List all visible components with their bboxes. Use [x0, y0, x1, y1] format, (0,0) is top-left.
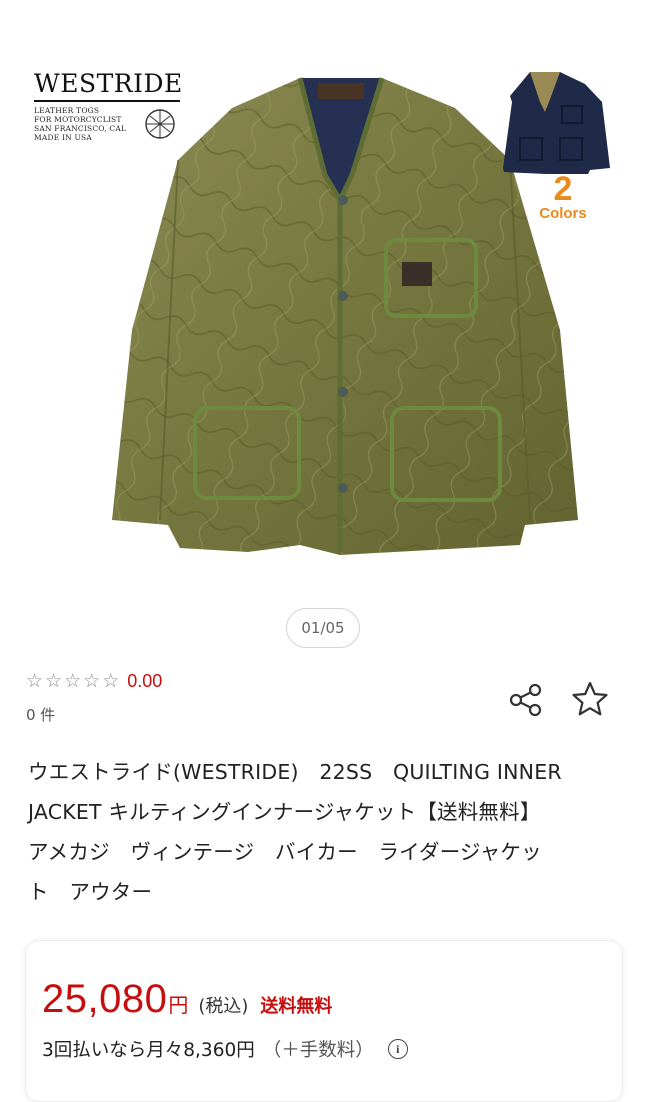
- installment-text: 3回払いなら月々8,360円: [42, 1040, 255, 1061]
- price-value: 25,080: [42, 977, 168, 1021]
- info-icon[interactable]: i: [387, 1039, 408, 1059]
- logo-tagline-1: LEATHER TOGS: [34, 106, 100, 115]
- product-title: ウエストライド(WESTRIDE) 22SS QUILTING INNER JA…: [28, 752, 618, 912]
- tax-note: (税込): [198, 996, 249, 1017]
- colors-badge: 2 Colors: [535, 172, 591, 222]
- favorite-button[interactable]: [570, 680, 610, 718]
- review-count[interactable]: 0 件: [26, 704, 55, 725]
- free-shipping-label: 送料無料: [260, 996, 333, 1017]
- logo-tagline-4: MADE IN USA: [34, 133, 92, 142]
- product-image-gallery[interactable]: WESTRIDE LEATHER TOGS FOR MOTORCYCLIST S…: [0, 0, 647, 600]
- star-outline-icon: ☆: [83, 670, 101, 692]
- share-icon: [509, 683, 542, 717]
- star-outline-icon: ☆: [64, 670, 82, 692]
- price-line: 25,080 円 (税込) 送料無料: [42, 977, 332, 1022]
- color-variant-thumbnail: [503, 72, 610, 174]
- price-currency: 円: [168, 993, 189, 1017]
- rating-value: 0.00: [127, 670, 163, 691]
- rating-row[interactable]: ☆ ☆ ☆ ☆ ☆ 0.00: [26, 670, 162, 692]
- price-card: 25,080 円 (税込) 送料無料 3回払いなら月々8,360円 （＋手数料）…: [25, 940, 623, 1102]
- product-title-line-4: ト アウター: [28, 880, 153, 904]
- share-button[interactable]: [508, 683, 544, 717]
- star-outline-icon: ☆: [45, 670, 63, 692]
- fee-note: （＋手数料）: [262, 1040, 374, 1061]
- logo-tagline: LEATHER TOGS FOR MOTORCYCLIST SAN FRANCI…: [34, 106, 134, 142]
- image-counter: 01/05: [286, 608, 360, 648]
- installment-line: 3回払いなら月々8,360円 （＋手数料） i: [42, 1036, 408, 1062]
- brand-wordmark: WESTRIDE: [34, 69, 183, 98]
- product-title-line-2: JACKET キルティングインナージャケット【送料無料】: [28, 800, 541, 824]
- logo-tagline-2: FOR MOTORCYCLIST: [34, 115, 122, 124]
- brand-logo: WESTRIDE LEATHER TOGS FOR MOTORCYCLIST S…: [34, 69, 183, 142]
- star-outline-icon: ☆: [102, 670, 120, 692]
- product-title-line-3: アメカジ ヴィンテージ バイカー ライダージャケッ: [28, 840, 542, 864]
- logo-rule: [34, 100, 180, 102]
- star-outline-icon: ☆: [26, 670, 44, 692]
- colors-count: 2: [553, 170, 573, 208]
- star-outline-icon: [572, 681, 608, 716]
- colors-label: Colors: [539, 205, 587, 222]
- logo-tagline-3: SAN FRANCISCO, CAL: [34, 124, 127, 133]
- product-title-line-1: ウエストライド(WESTRIDE) 22SS QUILTING INNER: [28, 760, 562, 784]
